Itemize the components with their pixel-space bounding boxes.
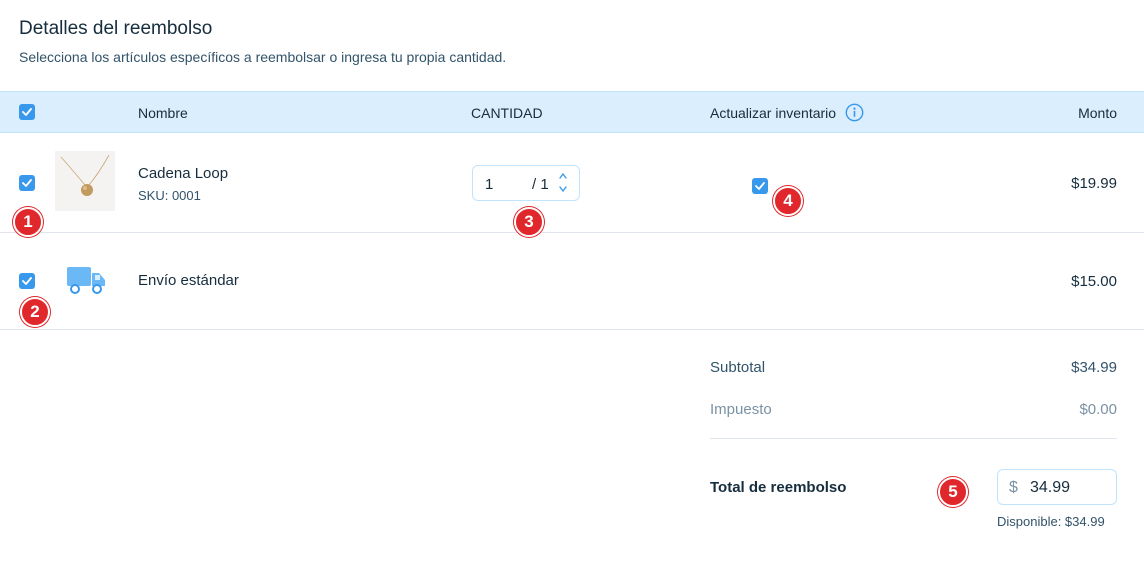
quantity-value[interactable]: 1	[485, 176, 493, 193]
available-amount: Disponible: $34.99	[997, 514, 1105, 529]
annotation-badge-4: 4	[773, 186, 803, 216]
product-thumbnail	[55, 151, 115, 211]
column-header-quantity: CANTIDAD	[471, 105, 543, 121]
tax-label: Impuesto	[710, 401, 772, 418]
checkmark-icon	[22, 179, 32, 187]
total-refund-label: Total de reembolso	[710, 479, 847, 496]
info-icon[interactable]	[845, 103, 864, 122]
checkmark-icon	[755, 182, 765, 190]
row-divider	[0, 329, 1144, 330]
item-checkbox-cadena-loop[interactable]	[19, 175, 35, 191]
page-subtitle: Selecciona los artículos específicos a r…	[19, 49, 507, 65]
column-header-name: Nombre	[138, 105, 188, 121]
item-name: Envío estándar	[138, 272, 239, 289]
refund-details-header: Detalles del reembolso Selecciona los ar…	[19, 18, 506, 65]
table-header: Nombre CANTIDAD Actualizar inventario Mo…	[0, 91, 1144, 133]
item-amount: $19.99	[1071, 175, 1117, 192]
truck-icon	[67, 267, 105, 294]
annotation-badge-5: 5	[938, 477, 968, 507]
column-header-update-inventory: Actualizar inventario	[710, 105, 837, 121]
total-refund-input[interactable]: $ 34.99	[997, 469, 1117, 505]
chevron-up-down-icon[interactable]	[557, 170, 569, 196]
quantity-stepper[interactable]: 1 / 1	[472, 165, 580, 201]
quantity-max: / 1	[532, 176, 549, 193]
subtotal-label: Subtotal	[710, 359, 766, 376]
row-divider	[0, 232, 1144, 233]
column-header-amount: Monto	[1078, 105, 1117, 121]
item-amount: $15.00	[1071, 273, 1117, 290]
annotation-badge-1: 1	[13, 207, 43, 237]
page-title: Detalles del reembolso	[19, 18, 213, 39]
currency-symbol: $	[1009, 479, 1018, 496]
total-refund-value[interactable]: 34.99	[1030, 479, 1070, 497]
checkmark-icon	[22, 277, 32, 285]
summary-divider	[710, 438, 1117, 439]
checkmark-icon	[22, 108, 32, 116]
select-all-checkbox[interactable]	[19, 104, 35, 120]
item-name: Cadena Loop	[138, 165, 229, 182]
update-inventory-checkbox[interactable]	[752, 178, 768, 194]
tax-value: $0.00	[1079, 401, 1117, 418]
item-checkbox-shipping[interactable]	[19, 273, 35, 289]
item-sku: SKU: 0001	[138, 188, 201, 203]
subtotal-value: $34.99	[1071, 359, 1117, 376]
necklace-image	[60, 154, 110, 196]
annotation-badge-2: 2	[20, 297, 50, 327]
annotation-badge-3: 3	[514, 207, 544, 237]
